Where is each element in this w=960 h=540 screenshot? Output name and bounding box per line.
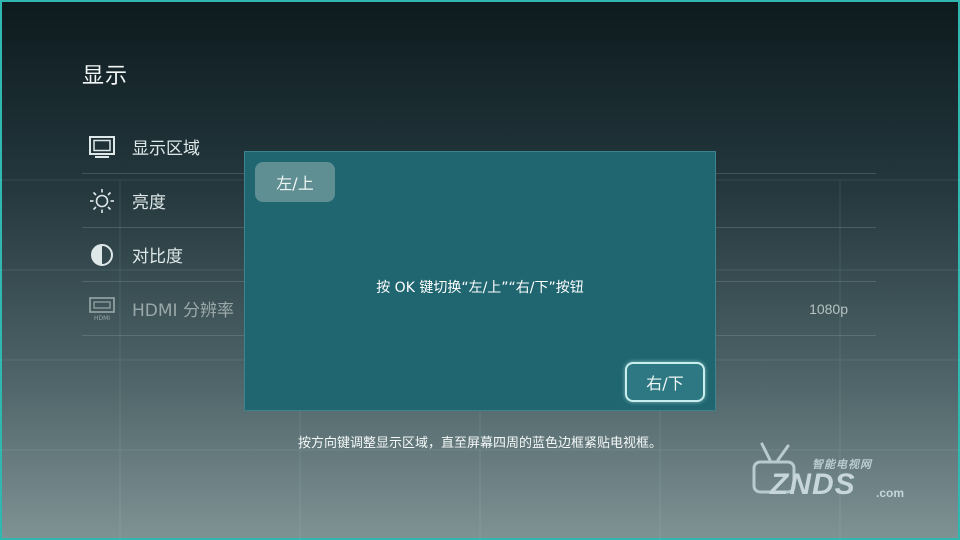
menu-item-label: HDMI 分辨率 xyxy=(132,301,234,321)
menu-item-label: 对比度 xyxy=(132,247,183,267)
display-area-icon xyxy=(88,133,116,161)
display-area-dialog: 左/上 按 OK 键切换“左/上”“右/下”按钮 右/下 xyxy=(244,151,716,411)
watermark-logo: 智能电视网 ZNDS .com xyxy=(748,438,918,508)
hdmi-resolution-value: 1080p xyxy=(809,300,848,317)
left-up-button[interactable]: 左/上 xyxy=(255,162,335,202)
right-down-button[interactable]: 右/下 xyxy=(625,362,705,402)
watermark-main-text: ZNDS xyxy=(770,468,856,501)
page-title: 显示 xyxy=(82,64,129,89)
hdmi-icon: HDMI xyxy=(88,295,116,323)
dialog-message: 按 OK 键切换“左/上”“右/下”按钮 xyxy=(376,280,584,296)
svg-text:HDMI: HDMI xyxy=(94,315,110,322)
watermark-domain-text: .com xyxy=(876,486,905,500)
menu-item-label: 亮度 xyxy=(132,193,166,213)
contrast-icon xyxy=(88,241,116,269)
menu-item-label: 显示区域 xyxy=(132,139,200,159)
brightness-icon xyxy=(88,187,116,215)
